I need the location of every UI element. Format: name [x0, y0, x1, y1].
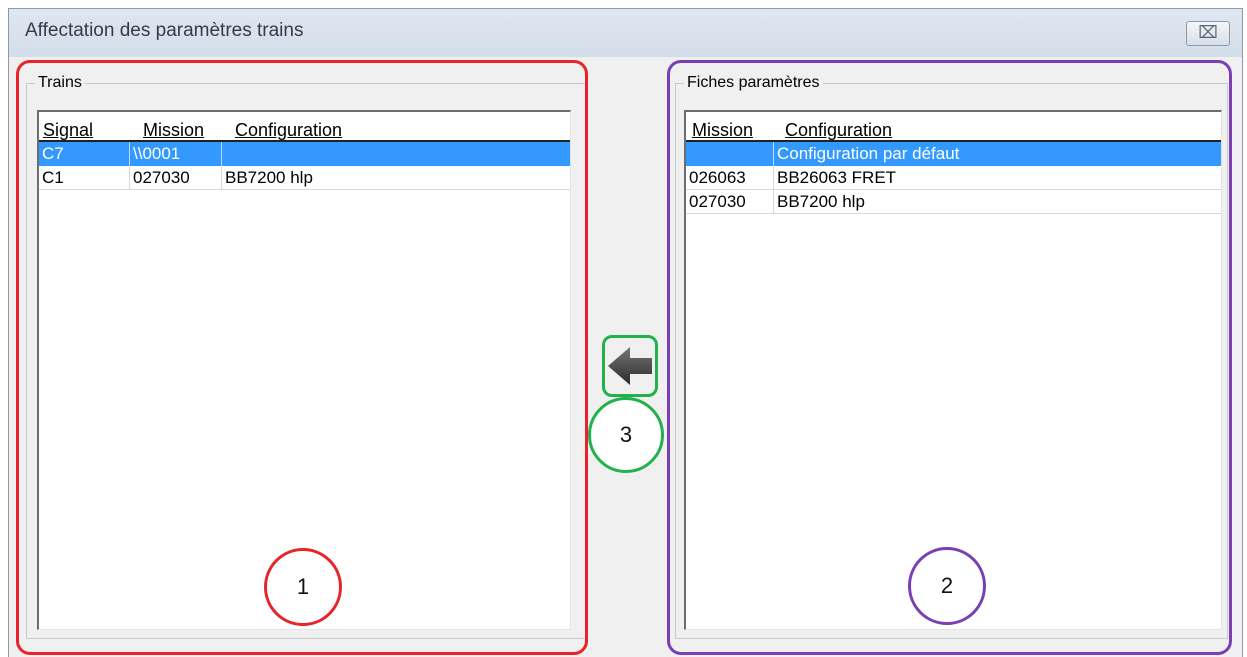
title-bar: Affectation des paramètres trains ⌧ — [9, 9, 1242, 57]
annotation-marker-3: 3 — [588, 397, 664, 473]
annotation-label-3: 3 — [619, 422, 633, 447]
close-button[interactable]: ⌧ — [1186, 21, 1230, 46]
close-icon: ⌧ — [1198, 23, 1218, 42]
annotation-marker-1: 1 — [264, 548, 342, 626]
annotation-label-2: 2 — [940, 573, 954, 598]
window-title: Affectation des paramètres trains — [25, 20, 304, 41]
assign-button[interactable] — [602, 335, 658, 397]
arrow-left-icon — [608, 347, 652, 385]
annotation-marker-2: 2 — [908, 547, 986, 625]
annotation-label-1: 1 — [296, 574, 310, 599]
